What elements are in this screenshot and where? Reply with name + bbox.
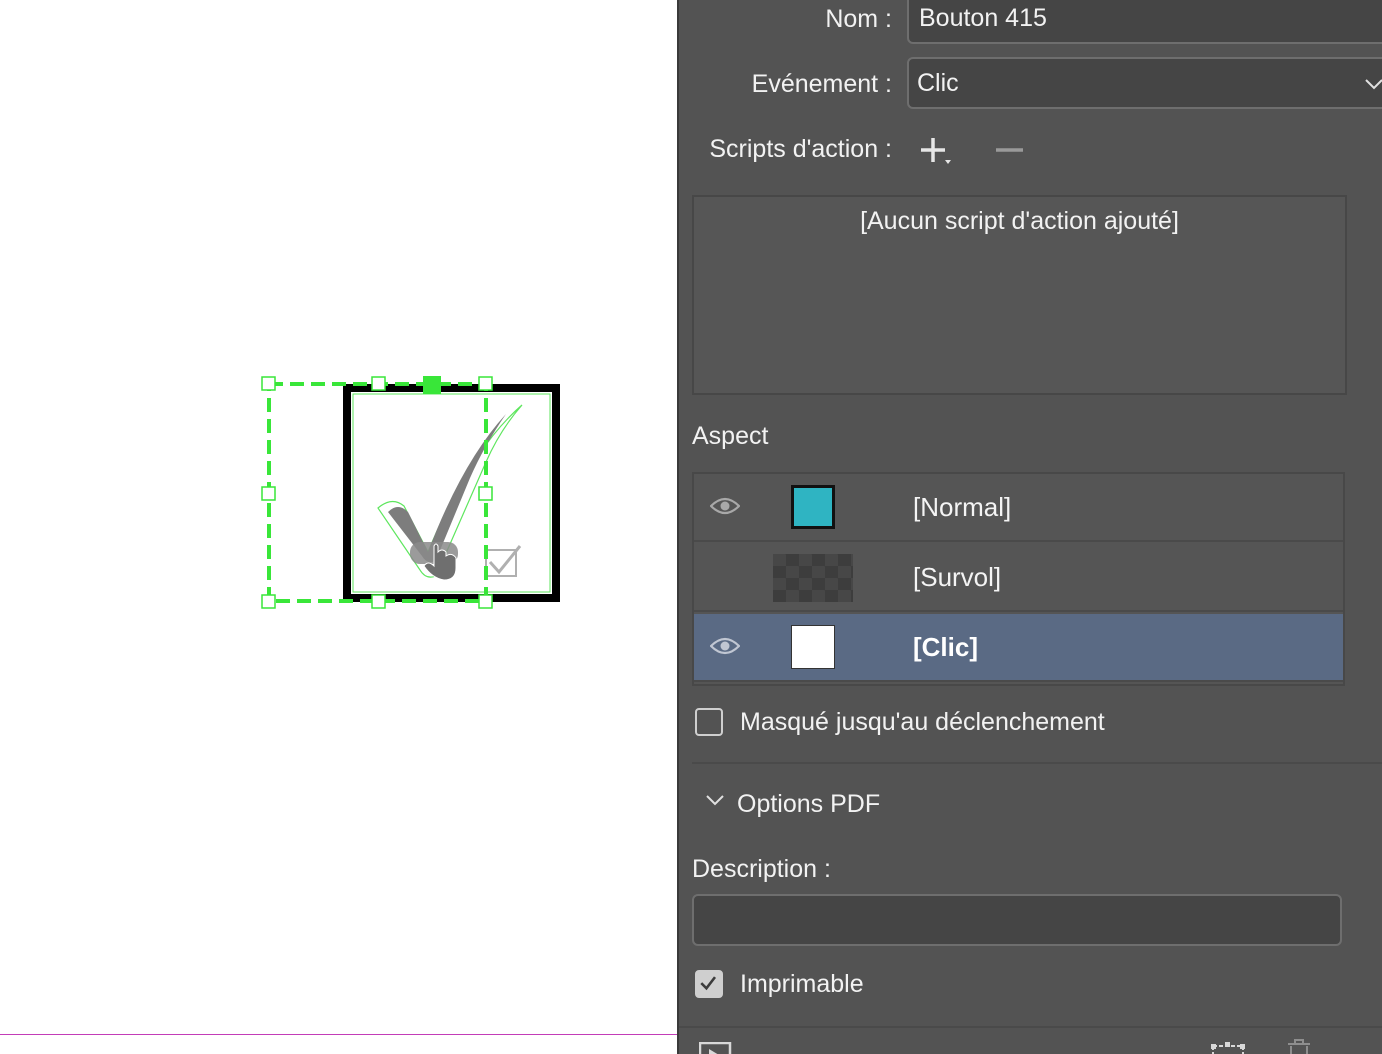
state-label-rollover: [Survol]	[913, 562, 1002, 592]
hidden-until-triggered-checkbox[interactable]	[695, 708, 723, 736]
event-label: Evénement :	[751, 70, 892, 98]
appearance-list: [Normal] [Survol] [Clic]	[692, 472, 1345, 686]
convert-to-object-icon[interactable]	[1211, 1040, 1245, 1054]
eye-icon[interactable]	[710, 496, 740, 516]
event-dropdown-value: Clic	[917, 68, 959, 97]
aspect-heading: Aspect	[692, 422, 769, 450]
panel-bottom-toolbar	[679, 1026, 1382, 1054]
description-input[interactable]	[692, 894, 1342, 946]
printable-checkbox[interactable]	[695, 970, 723, 998]
buttons-panel: Nom : Bouton 415 Evénement : Clic Script…	[677, 0, 1382, 1054]
chevron-down-icon[interactable]	[705, 793, 725, 807]
state-row-click[interactable]: [Clic]	[694, 614, 1343, 682]
action-scripts-list[interactable]: [Aucun script d'action ajouté]	[692, 195, 1347, 395]
trash-icon[interactable]	[1284, 1038, 1314, 1054]
description-label: Description :	[692, 855, 831, 883]
chevron-down-icon	[1365, 79, 1382, 90]
state-thumbnail-empty	[773, 554, 853, 602]
event-dropdown[interactable]: Clic	[907, 57, 1382, 109]
section-divider	[692, 762, 1382, 764]
pdf-options-heading[interactable]: Options PDF	[737, 790, 880, 819]
margin-guide	[0, 1034, 677, 1035]
hidden-until-triggered-label: Masqué jusqu'au déclenchement	[740, 708, 1105, 736]
checkmark-icon	[700, 976, 717, 991]
button-artwork[interactable]	[0, 0, 677, 1054]
scripts-empty-text: [Aucun script d'action ajouté]	[860, 207, 1179, 235]
state-label-click: [Clic]	[913, 632, 978, 662]
state-row-rollover[interactable]: [Survol]	[694, 544, 1343, 612]
state-row-normal[interactable]: [Normal]	[694, 474, 1343, 542]
state-thumbnail-click	[791, 625, 835, 669]
document-canvas[interactable]	[0, 0, 677, 1054]
remove-script-icon[interactable]	[993, 133, 1029, 169]
name-label: Nom :	[825, 5, 892, 33]
name-field[interactable]: Bouton 415	[907, 0, 1382, 44]
content-grabber-handle	[423, 376, 441, 394]
preview-icon[interactable]	[699, 1042, 733, 1054]
add-script-icon[interactable]	[917, 133, 953, 169]
eye-icon[interactable]	[710, 636, 740, 656]
state-thumbnail-normal	[791, 485, 835, 529]
state-label-normal: [Normal]	[913, 492, 1012, 522]
printable-label: Imprimable	[740, 970, 864, 998]
scripts-label: Scripts d'action :	[709, 135, 892, 163]
